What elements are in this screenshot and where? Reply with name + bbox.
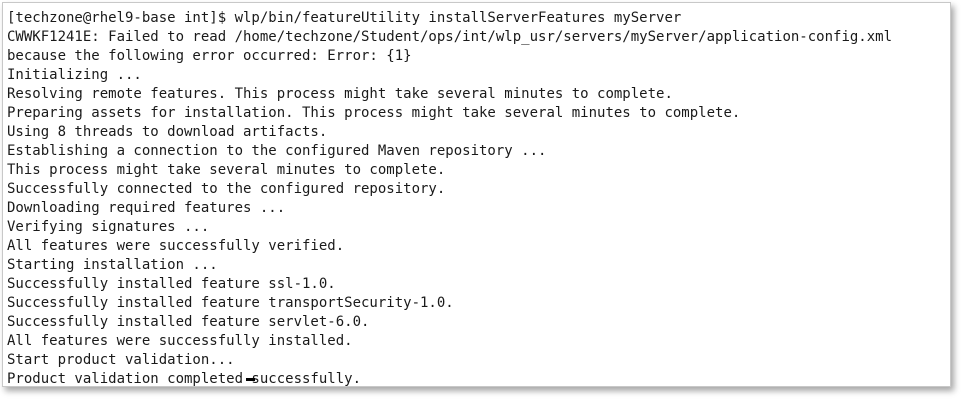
terminal-line-error: CWWKF1241E: Failed to read /home/techzon… — [7, 29, 893, 45]
terminal-line: This process might take several minutes … — [7, 162, 446, 178]
terminal-output: [techzone@rhel9-base int]$ wlp/bin/featu… — [7, 9, 893, 387]
terminal-line: Verifying signatures ... — [7, 219, 210, 235]
terminal-line: Product validation completed successfull… — [7, 371, 362, 387]
terminal-line: Resolving remote features. This process … — [7, 86, 673, 102]
terminal-line: Downloading required features ... — [7, 200, 286, 216]
terminal-line-command: [techzone@rhel9-base int]$ wlp/bin/featu… — [7, 10, 682, 26]
terminal-cursor — [246, 378, 255, 381]
terminal-line: Establishing a connection to the configu… — [7, 143, 547, 159]
terminal-window[interactable]: [techzone@rhel9-base int]$ wlp/bin/featu… — [2, 2, 951, 387]
terminal-line: Using 8 threads to download artifacts. — [7, 124, 328, 140]
terminal-line: Initializing ... — [7, 67, 142, 83]
terminal-line: Successfully installed feature servlet-6… — [7, 314, 370, 330]
terminal-line: Preparing assets for installation. This … — [7, 105, 741, 121]
terminal-line: All features were successfully verified. — [7, 238, 345, 254]
terminal-line: All features were successfully installed… — [7, 333, 353, 349]
terminal-line-error-detail: because the following error occurred: Er… — [7, 48, 412, 64]
terminal-line: Successfully installed feature ssl-1.0. — [7, 276, 336, 292]
terminal-line: Successfully installed feature transport… — [7, 295, 454, 311]
terminal-line: Successfully connected to the configured… — [7, 181, 446, 197]
terminal-line: Start product validation... — [7, 352, 235, 368]
terminal-line: Starting installation ... — [7, 257, 218, 273]
